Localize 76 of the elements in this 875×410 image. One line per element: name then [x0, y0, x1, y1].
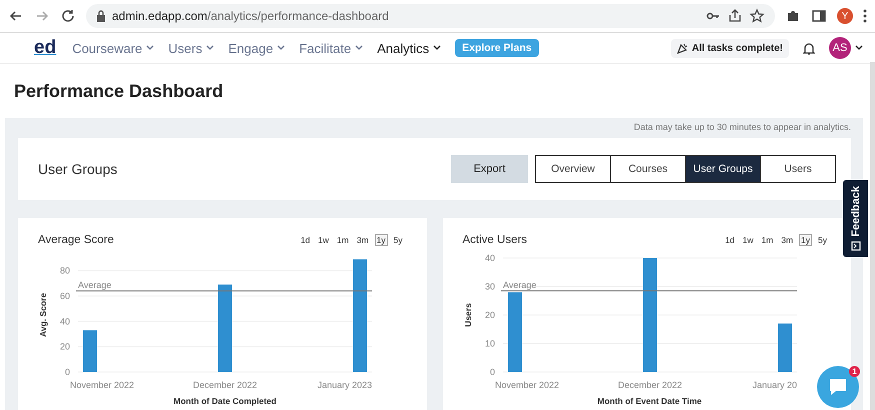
- caret-icon: [433, 45, 442, 51]
- feedback-tab[interactable]: Feedback: [843, 180, 868, 257]
- chat-icon: [827, 377, 849, 397]
- more-icon[interactable]: [863, 9, 867, 23]
- y-tick-label: 80: [60, 266, 70, 276]
- chart-title: Average Score: [38, 234, 114, 246]
- nav-menu-item[interactable]: Courseware: [72, 40, 154, 56]
- caret-icon: [855, 45, 863, 51]
- reload-icon[interactable]: [60, 8, 76, 24]
- export-button[interactable]: Export: [451, 155, 528, 183]
- x-axis-title: Month of Event Date Time: [597, 396, 702, 406]
- x-tick-label: January 2023: [317, 380, 372, 390]
- range-option[interactable]: 3m: [354, 234, 371, 246]
- nav-menu-item[interactable]: Facilitate: [299, 40, 364, 56]
- caret-icon: [146, 45, 154, 51]
- range-option[interactable]: 1w: [740, 234, 756, 246]
- y-tick-label: 20: [60, 342, 70, 352]
- url-text: admin.edapp.com/analytics/performance-dashboard: [112, 9, 389, 23]
- average-label: Average: [502, 280, 536, 290]
- view-tab[interactable]: Users: [760, 155, 836, 183]
- range-option[interactable]: 1y: [374, 234, 388, 246]
- y-tick-label: 60: [60, 291, 70, 301]
- tasks-text: All tasks complete!: [692, 42, 783, 54]
- nav-menu-item[interactable]: Analytics: [377, 40, 442, 56]
- range-option[interactable]: 1d: [723, 234, 737, 246]
- view-tab[interactable]: User Groups: [685, 155, 761, 183]
- section-title: User Groups: [38, 161, 118, 177]
- y-tick-label: 0: [489, 367, 494, 377]
- share-icon[interactable]: [727, 8, 743, 24]
- chart-title: Active Users: [462, 234, 528, 246]
- y-tick-label: 10: [484, 338, 494, 348]
- y-axis-title: Avg. Score: [38, 292, 48, 338]
- caret-icon: [206, 45, 214, 51]
- bar: [83, 330, 97, 372]
- address-bar[interactable]: admin.edapp.com/analytics/performance-dashboard: [86, 4, 775, 28]
- tasks-badge[interactable]: All tasks complete!: [670, 38, 789, 58]
- x-axis-title: Month of Date Completed: [174, 396, 276, 406]
- y-axis-title: Users: [462, 303, 472, 327]
- nav-menu-item[interactable]: Engage: [228, 40, 286, 56]
- range-option[interactable]: 1d: [298, 234, 312, 246]
- caret-icon: [277, 45, 286, 51]
- feedback-icon: [850, 240, 860, 251]
- star-icon[interactable]: [749, 8, 765, 24]
- x-tick-label: December 2022: [617, 380, 682, 390]
- scrollbar[interactable]: [870, 62, 875, 410]
- logo[interactable]: ed: [34, 37, 56, 59]
- nav-menu-item[interactable]: Users: [168, 40, 214, 56]
- y-tick-label: 30: [484, 282, 494, 292]
- range-option[interactable]: 5y: [392, 234, 404, 246]
- view-tab[interactable]: Courses: [610, 155, 686, 183]
- y-tick-label: 40: [60, 316, 70, 326]
- range-option[interactable]: 1m: [334, 234, 351, 246]
- x-tick-label: January 20: [752, 380, 796, 390]
- bar: [778, 324, 792, 372]
- range-option[interactable]: 1w: [316, 234, 331, 246]
- sidebar-icon[interactable]: [811, 8, 827, 24]
- bell-icon[interactable]: [803, 42, 815, 54]
- y-tick-label: 40: [484, 253, 494, 263]
- page-title: Performance Dashboard: [13, 80, 224, 103]
- y-tick-label: 20: [484, 310, 494, 320]
- x-tick-label: November 2022: [494, 380, 559, 390]
- x-tick-label: November 2022: [70, 380, 134, 390]
- range-option[interactable]: 5y: [816, 234, 829, 246]
- view-tab[interactable]: Overview: [535, 155, 611, 183]
- y-tick-label: 0: [64, 367, 70, 377]
- user-avatar[interactable]: AS: [829, 37, 851, 59]
- range-option[interactable]: 1m: [759, 234, 776, 246]
- x-tick-label: December 2022: [192, 380, 258, 390]
- average-label: Average: [78, 280, 112, 290]
- profile-avatar[interactable]: Y: [837, 8, 853, 24]
- notice-text: Data may take up to 30 minutes to appear in analytics.: [632, 122, 851, 132]
- caret-icon: [355, 45, 364, 51]
- lock-icon: [96, 10, 106, 22]
- range-option[interactable]: 1y: [799, 234, 812, 246]
- range-option[interactable]: 3m: [779, 234, 796, 246]
- party-icon: [676, 42, 688, 54]
